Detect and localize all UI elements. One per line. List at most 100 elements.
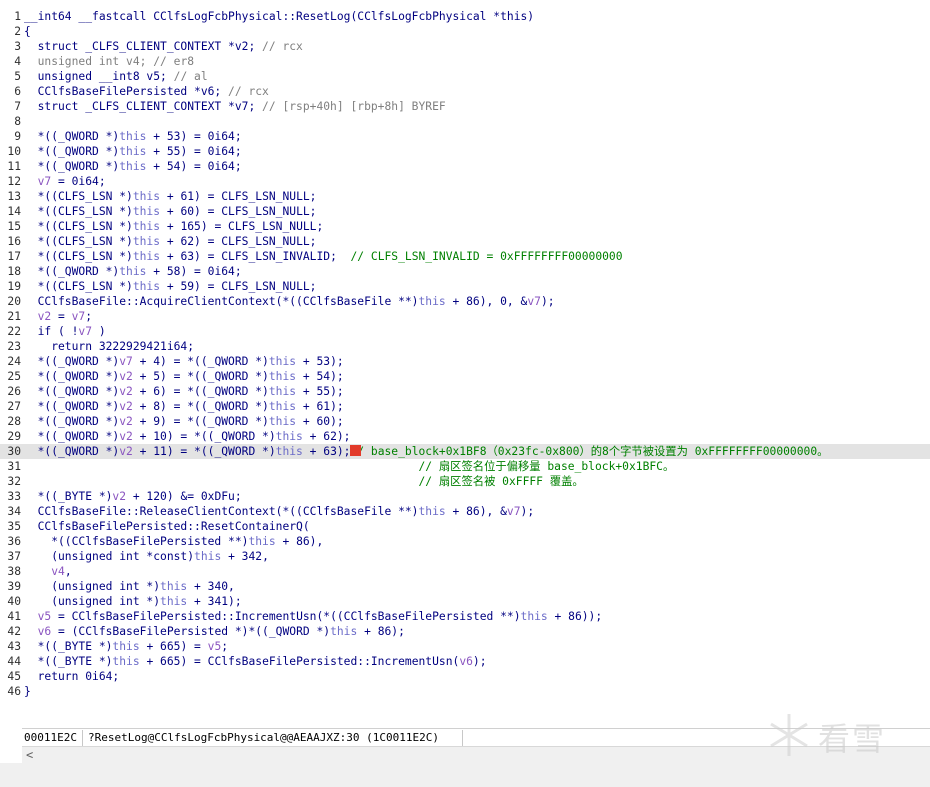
code-token: this: [119, 145, 147, 158]
line-number: 20: [7, 295, 21, 308]
code-line[interactable]: 11 *((_QWORD *)this + 54) = 0i64;: [0, 159, 930, 174]
code-line[interactable]: 12 v7 = 0i64;: [0, 174, 930, 189]
line-number: 14: [7, 205, 21, 218]
code-line[interactable]: 28 *((_QWORD *)v2 + 9) = *((_QWORD *)thi…: [0, 414, 930, 429]
code-line[interactable]: 13 *((CLFS_LSN *)this + 61) = CLFS_LSN_N…: [0, 189, 930, 204]
code-line[interactable]: 17 *((CLFS_LSN *)this + 63) = CLFS_LSN_I…: [0, 249, 930, 264]
code-line[interactable]: 24 *((_QWORD *)v7 + 4) = *((_QWORD *)thi…: [0, 354, 930, 369]
code-token: + 55) = 0i64;: [146, 145, 242, 158]
code-text: *((_BYTE *)this + 665) = v5;: [24, 639, 228, 654]
code-token: return 0i64;: [24, 670, 120, 683]
code-token: // [rsp+40h] [rbp+8h] BYREF: [262, 100, 446, 113]
code-token: *((_BYTE *): [24, 655, 113, 668]
code-line[interactable]: 5 unsigned __int8 v5; // al: [0, 69, 930, 84]
code-token: this: [268, 385, 297, 398]
scroll-left-arrow-icon[interactable]: <: [26, 748, 33, 762]
code-line[interactable]: 8: [0, 114, 930, 129]
code-line[interactable]: 33 *((_BYTE *)v2 + 120) &= 0xDFu;: [0, 489, 930, 504]
code-token: this: [132, 250, 161, 263]
code-text: v2 = v7;: [24, 309, 92, 324]
code-token: + 340,: [187, 580, 235, 593]
code-line[interactable]: 6 CClfsBaseFilePersisted *v6; // rcx: [0, 84, 930, 99]
code-token: (unsigned int *): [24, 580, 161, 593]
code-line[interactable]: 36 *((CClfsBaseFilePersisted **)this + 8…: [0, 534, 930, 549]
code-token: + 86);: [357, 625, 405, 638]
code-line[interactable]: 7 struct _CLFS_CLIENT_CONTEXT *v7; // [r…: [0, 99, 930, 114]
code-token: v2: [24, 310, 52, 323]
code-line[interactable]: 38 v4,: [0, 564, 930, 579]
code-text: {: [24, 24, 31, 39]
code-token: struct _CLFS_CLIENT_CONTEXT *v7;: [24, 100, 263, 113]
code-line[interactable]: 18 *((_QWORD *)this + 58) = 0i64;: [0, 264, 930, 279]
line-number: 1: [14, 10, 21, 23]
code-line[interactable]: 26 *((_QWORD *)v2 + 6) = *((_QWORD *)thi…: [0, 384, 930, 399]
code-token: + 4) = *((_QWORD *): [132, 355, 269, 368]
line-number: 18: [7, 265, 21, 278]
code-line[interactable]: 1 __int64 __fastcall CClfsLogFcbPhysical:…: [0, 9, 930, 24]
code-token: (unsigned int *): [24, 595, 161, 608]
code-line[interactable]: 16 *((CLFS_LSN *)this + 62) = CLFS_LSN_N…: [0, 234, 930, 249]
code-line[interactable]: 9 *((_QWORD *)this + 53) = 0i64;: [0, 129, 930, 144]
code-line[interactable]: 46}: [0, 684, 930, 699]
code-line[interactable]: 41 v5 = CClfsBaseFilePersisted::Incremen…: [0, 609, 930, 624]
pseudocode-view[interactable]: 1 __int64 __fastcall CClfsLogFcbPhysical:…: [0, 0, 930, 720]
code-line[interactable]: 3 struct _CLFS_CLIENT_CONTEXT *v2; // rc…: [0, 39, 930, 54]
code-token: + 342,: [221, 550, 269, 563]
code-line[interactable]: 29 *((_QWORD *)v2 + 10) = *((_QWORD *)th…: [0, 429, 930, 444]
code-token: if ( !: [24, 325, 79, 338]
code-token: }: [24, 685, 31, 698]
code-line[interactable]: 37 (unsigned int *const)this + 342,: [0, 549, 930, 564]
code-token: + 6) = *((_QWORD *): [132, 385, 269, 398]
line-number: 8: [14, 115, 21, 128]
code-text: unsigned int v4; // er8: [24, 54, 194, 69]
code-line[interactable]: 42 v6 = (CClfsBaseFilePersisted *)*((_QW…: [0, 624, 930, 639]
code-line[interactable]: 39 (unsigned int *)this + 340,: [0, 579, 930, 594]
code-line[interactable]: 2{: [0, 24, 930, 39]
line-number: 24: [7, 355, 21, 368]
code-token: );: [472, 655, 487, 668]
code-line[interactable]: 43 *((_BYTE *)this + 665) = v5;: [0, 639, 930, 654]
code-token: v5: [24, 610, 52, 623]
code-line[interactable]: 32 // 扇区签名被 0xFFFF 覆盖。: [0, 474, 930, 489]
code-line[interactable]: 20 CClfsBaseFile::AcquireClientContext(*…: [0, 294, 930, 309]
code-token: *((_QWORD *): [24, 400, 120, 413]
code-token: this: [418, 505, 446, 518]
code-line[interactable]: 22 if ( !v7 ): [0, 324, 930, 339]
code-token: this: [132, 205, 161, 218]
code-line[interactable]: 35 CClfsBaseFilePersisted::ResetContaine…: [0, 519, 930, 534]
code-line[interactable]: 40 (unsigned int *)this + 341);: [0, 594, 930, 609]
code-token: // al: [173, 70, 208, 83]
code-line[interactable]: 10 *((_QWORD *)this + 55) = 0i64;: [0, 144, 930, 159]
code-line[interactable]: 19 *((CLFS_LSN *)this + 59) = CLFS_LSN_N…: [0, 279, 930, 294]
watermark-text: 看雪: [818, 720, 887, 758]
code-token: this: [268, 400, 297, 413]
code-line[interactable]: 31 // 扇区签名位于偏移量 base_block+0x1BFC。: [0, 459, 930, 474]
code-token: CClfsBaseFile::ReleaseClientContext(*((C…: [24, 505, 419, 518]
code-line[interactable]: 45 return 0i64;: [0, 669, 930, 684]
code-token: *((_QWORD *): [24, 415, 120, 428]
code-line[interactable]: 21 v2 = v7;: [0, 309, 930, 324]
code-text: *((CLFS_LSN *)this + 63) = CLFS_LSN_INVA…: [24, 249, 623, 264]
code-text: v7 = 0i64;: [24, 174, 106, 189]
code-line[interactable]: 44 *((_BYTE *)this + 665) = CClfsBaseFil…: [0, 654, 930, 669]
status-address: 00011E2C: [24, 731, 77, 744]
code-token: ;: [221, 640, 229, 653]
code-line[interactable]: 27 *((_QWORD *)v2 + 8) = *((_QWORD *)thi…: [0, 399, 930, 414]
code-line[interactable]: 25 *((_QWORD *)v2 + 5) = *((_QWORD *)thi…: [0, 369, 930, 384]
code-line[interactable]: 30 *((_QWORD *)v2 + 11) = *((_QWORD *)th…: [0, 444, 930, 459]
breakpoint-cursor-marker: [350, 445, 361, 456]
code-text: *((_QWORD *)v2 + 8) = *((_QWORD *)this +…: [24, 399, 344, 414]
code-token: this: [112, 655, 140, 668]
code-token: this: [268, 370, 297, 383]
line-number: 16: [7, 235, 21, 248]
status-separator: [82, 730, 83, 746]
code-token: v2: [119, 370, 133, 383]
code-line[interactable]: 15 *((CLFS_LSN *)this + 165) = CLFS_LSN_…: [0, 219, 930, 234]
code-line[interactable]: 14 *((CLFS_LSN *)this + 60) = CLFS_LSN_N…: [0, 204, 930, 219]
code-line[interactable]: 23 return 3222929421i64;: [0, 339, 930, 354]
code-line[interactable]: 4 unsigned int v4; // er8: [0, 54, 930, 69]
code-token: + 86));: [547, 610, 603, 623]
code-token: v7: [527, 295, 541, 308]
code-token: this: [119, 160, 147, 173]
code-line[interactable]: 34 CClfsBaseFile::ReleaseClientContext(*…: [0, 504, 930, 519]
